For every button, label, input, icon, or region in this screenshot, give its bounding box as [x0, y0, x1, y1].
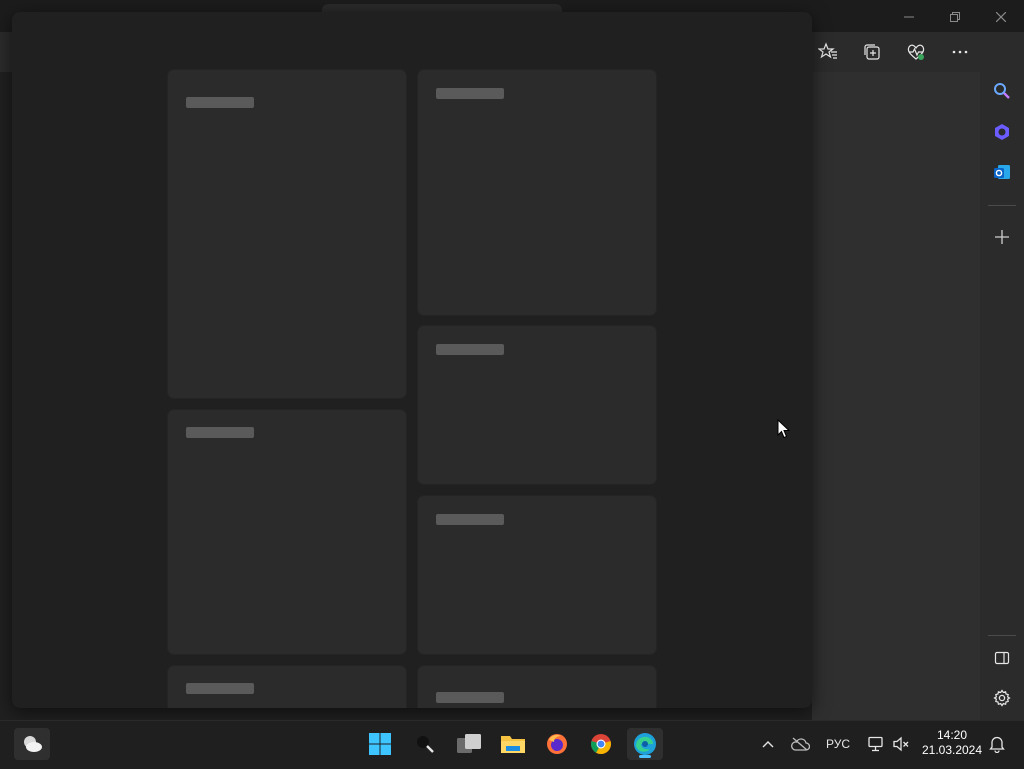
file-explorer-icon — [501, 736, 525, 753]
start-icon — [369, 733, 391, 755]
file-explorer-button[interactable] — [495, 728, 531, 760]
start-button[interactable] — [362, 728, 398, 760]
sidebar-copilot-button[interactable] — [990, 120, 1014, 144]
collections-button[interactable] — [860, 40, 884, 64]
restore-button[interactable] — [932, 6, 978, 28]
widget-card-placeholder — [418, 496, 656, 654]
widget-card-placeholder — [418, 666, 656, 708]
outlook-icon — [994, 165, 1010, 179]
chevron-up-icon — [762, 741, 774, 748]
active-app-indicator — [639, 755, 651, 758]
loading-bar — [436, 88, 504, 99]
widget-card-placeholder — [168, 410, 406, 654]
clock-button[interactable]: 14:20 21.03.2024 — [918, 728, 986, 758]
onedrive-button[interactable] — [788, 732, 812, 756]
edge-button[interactable] — [627, 728, 663, 760]
widgets-panel — [12, 12, 812, 708]
add-icon — [995, 230, 1009, 244]
search-icon — [994, 83, 1010, 99]
notifications-button[interactable] — [986, 732, 1008, 756]
loading-bar — [186, 427, 254, 438]
network-button[interactable] — [864, 732, 886, 756]
widget-card-placeholder — [418, 70, 656, 315]
collections-icon — [864, 44, 880, 60]
weather-widget-button[interactable] — [14, 728, 50, 760]
firefox-icon — [547, 734, 567, 754]
taskbar-search-button[interactable] — [407, 728, 443, 760]
edge-icon — [634, 733, 656, 755]
sidebar-settings-button[interactable] — [990, 686, 1014, 710]
loading-bar — [436, 692, 504, 703]
sidebar-divider — [988, 635, 1016, 636]
input-language-button[interactable]: РУС — [822, 732, 854, 756]
clock-time: 14:20 — [936, 728, 968, 742]
bell-icon — [989, 736, 1005, 753]
widget-card-placeholder — [168, 666, 406, 708]
copilot-sidebar-icon — [995, 124, 1009, 140]
close-icon — [996, 12, 1006, 22]
chrome-icon — [591, 734, 611, 755]
web-page-area — [812, 72, 980, 720]
minimize-icon — [904, 16, 914, 18]
language-label: РУС — [825, 737, 851, 751]
settings-icon — [993, 689, 1011, 707]
favorites-icon — [818, 42, 837, 59]
clock-date: 21.03.2024 — [921, 743, 983, 757]
hide-sidebar-icon — [994, 651, 1010, 665]
browser-essentials-button[interactable] — [904, 40, 928, 64]
volume-muted-icon — [893, 736, 909, 752]
loading-bar — [436, 514, 504, 525]
loading-bar — [436, 344, 504, 355]
browser-essentials-icon — [907, 44, 925, 60]
search-icon — [417, 736, 434, 753]
widget-card-placeholder — [418, 326, 656, 484]
firefox-button[interactable] — [539, 728, 575, 760]
sidebar-add-button[interactable] — [990, 225, 1014, 249]
more-button[interactable] — [948, 40, 972, 64]
hide-sidebar-button[interactable] — [990, 646, 1014, 670]
close-button[interactable] — [978, 6, 1024, 28]
show-hidden-icons-button[interactable] — [756, 732, 780, 756]
chrome-button[interactable] — [583, 728, 619, 760]
sidebar-divider — [988, 205, 1016, 206]
volume-button[interactable] — [890, 732, 912, 756]
restore-icon — [950, 12, 960, 22]
widget-card-placeholder — [168, 70, 406, 398]
loading-bar — [186, 683, 254, 694]
network-icon — [868, 736, 883, 752]
task-view-icon — [457, 734, 481, 753]
sidebar-search-button[interactable] — [990, 79, 1014, 103]
sidebar-outlook-button[interactable] — [990, 160, 1014, 184]
task-view-button[interactable] — [451, 728, 487, 760]
mouse-cursor-icon — [777, 419, 791, 439]
favorites-button[interactable] — [816, 40, 840, 64]
loading-bar — [186, 97, 254, 108]
weather-icon — [24, 736, 42, 752]
cloud-offline-icon — [791, 737, 810, 751]
more-icon — [952, 50, 968, 54]
minimize-button[interactable] — [886, 6, 932, 28]
